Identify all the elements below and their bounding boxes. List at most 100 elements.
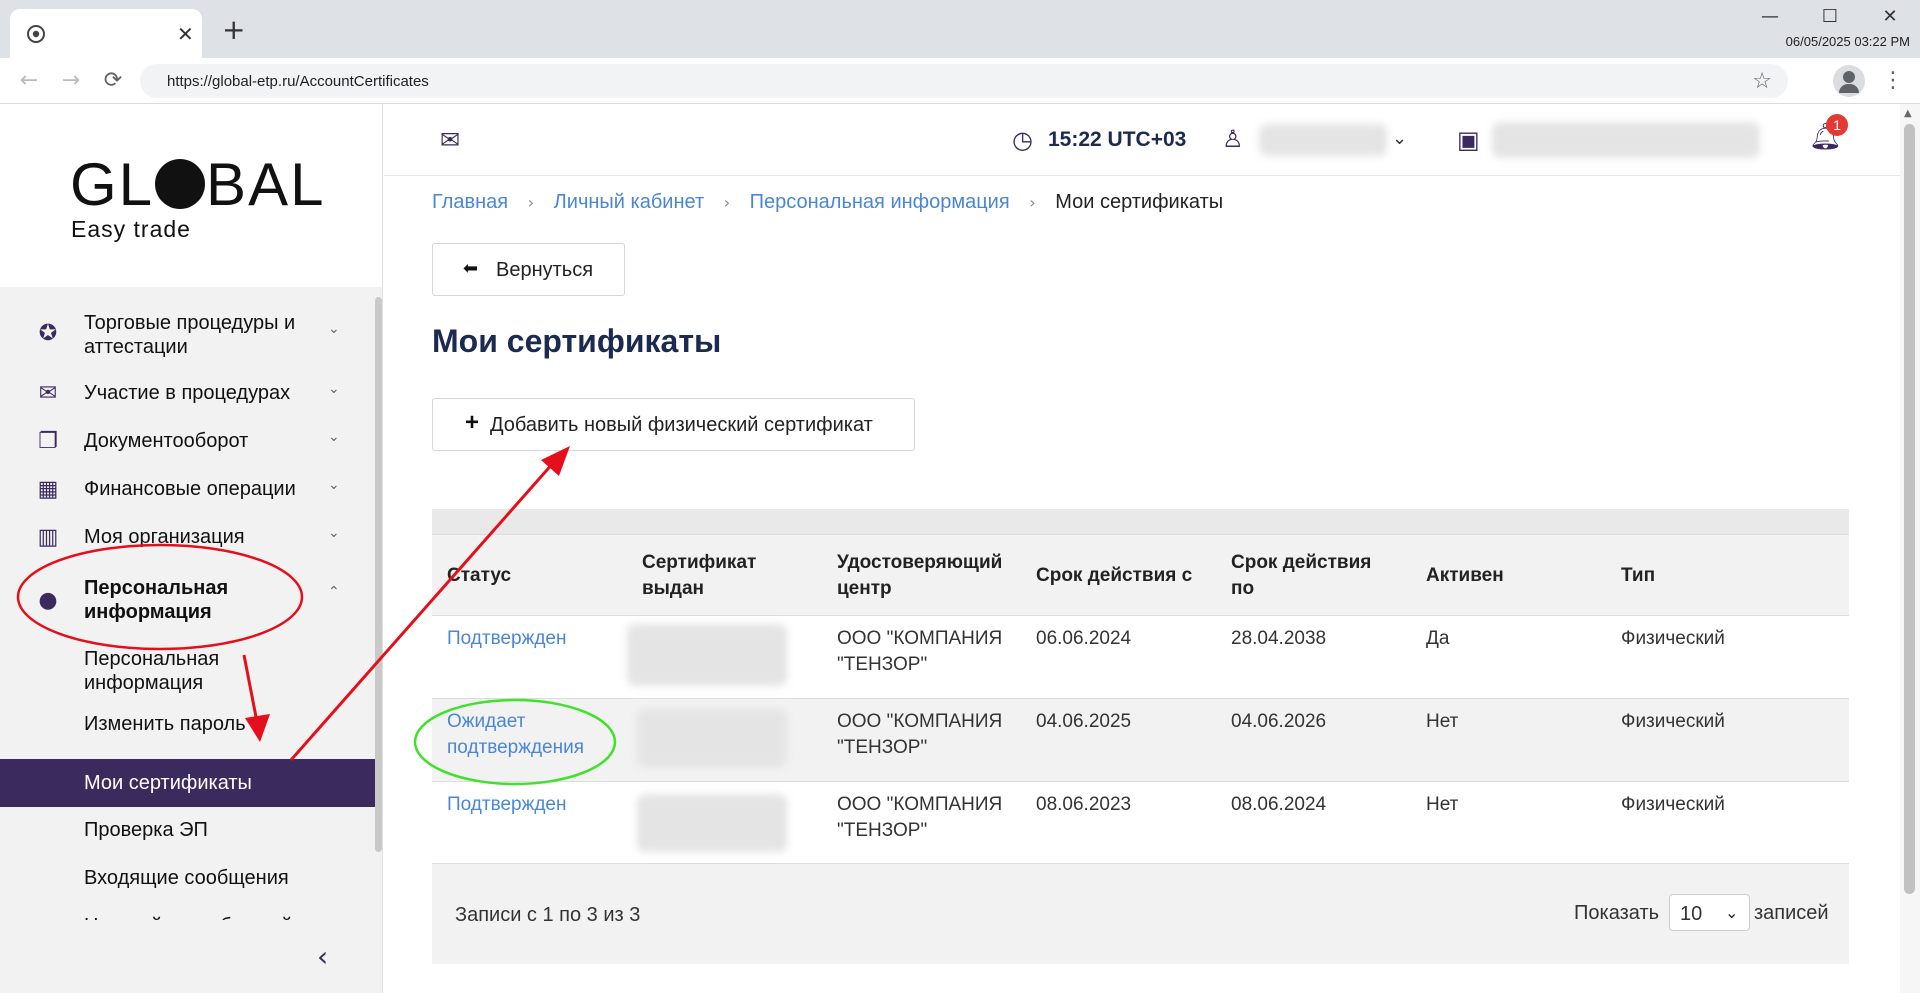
person-icon: ● bbox=[38, 588, 58, 613]
server-time: 15:22 UTC+03 bbox=[1048, 128, 1187, 151]
collapse-sidebar-icon[interactable]: ‹ bbox=[317, 940, 328, 973]
sidebar-item-label: Участие в процедурах bbox=[84, 382, 291, 404]
chevron-down-icon: ⌄ bbox=[328, 429, 340, 445]
chevron-down-icon: ⌄ bbox=[328, 381, 340, 397]
sidebar-item-participation[interactable]: ✉ Участие в процедурах ⌄ bbox=[0, 373, 375, 413]
sidebar-subitem-change-password[interactable]: Изменить пароль bbox=[0, 704, 375, 744]
column-header-active[interactable]: Активен bbox=[1426, 563, 1504, 589]
sidebar-item-label: Моя организация bbox=[84, 526, 245, 548]
sidebar-subitem-my-certificates[interactable]: Мои сертификаты bbox=[0, 759, 375, 807]
column-header-issued[interactable]: Сертификат выдан bbox=[642, 550, 772, 602]
valid-to-cell: 08.06.2024 bbox=[1231, 794, 1327, 815]
scrollbar-thumb[interactable] bbox=[1904, 124, 1915, 894]
profile-icon[interactable] bbox=[1833, 65, 1865, 97]
page-title: Мои сертификаты bbox=[432, 323, 722, 359]
sidebar: GL BAL Easy trade ✪ Торговые процедуры и … bbox=[0, 104, 383, 993]
plus-icon: + bbox=[465, 409, 480, 436]
column-header-type[interactable]: Тип bbox=[1621, 563, 1655, 589]
breadcrumb-home[interactable]: Главная bbox=[432, 191, 508, 213]
sidebar-item-documents[interactable]: ❐ Документооборот ⌄ bbox=[0, 421, 375, 461]
valid-from-cell: 08.06.2023 bbox=[1036, 794, 1132, 815]
sidebar-subitem-label: Персональная информация bbox=[84, 648, 220, 694]
url-text[interactable]: https://global-etp.ru/AccountCertificate… bbox=[167, 73, 429, 90]
column-header-valid-from[interactable]: Срок действия с bbox=[1036, 563, 1192, 589]
ca-cell: ООО "КОМПАНИЯ "ТЕНЗОР" bbox=[837, 628, 1003, 675]
breadcrumb-cabinet[interactable]: Личный кабинет bbox=[554, 191, 704, 213]
top-header: ✉ ◷ 15:22 UTC+03 ♙ ⌄ ▣ 🔔︎ 1 bbox=[384, 104, 1900, 176]
new-tab-icon[interactable]: + bbox=[222, 13, 245, 46]
issued-to-redacted bbox=[637, 709, 787, 767]
user-name-redacted[interactable] bbox=[1259, 124, 1387, 156]
status-link[interactable]: Подтвержден bbox=[447, 626, 566, 652]
building-icon: ▥ bbox=[37, 525, 59, 550]
sidebar-item-finance[interactable]: ▦ Финансовые операции ⌄ bbox=[0, 469, 375, 509]
logo[interactable]: GL BAL Easy trade bbox=[0, 104, 382, 287]
clock-icon: ◷ bbox=[1012, 126, 1033, 154]
minimize-icon[interactable]: — bbox=[1752, 6, 1788, 32]
browser-tab[interactable]: ✕ bbox=[10, 9, 202, 58]
briefcase-icon[interactable]: ▣ bbox=[1457, 126, 1480, 154]
calculator-icon: ▦ bbox=[37, 477, 59, 502]
entries-label: записей bbox=[1754, 902, 1829, 924]
back-icon[interactable]: ← bbox=[14, 66, 44, 96]
column-header-ca[interactable]: Удостоверяющий центр bbox=[837, 550, 1017, 602]
status-link[interactable]: Подтвержден bbox=[447, 792, 566, 818]
browser-tabbar: ✕ + — ☐ ✕ 06/05/2025 03:22 PM bbox=[0, 0, 1920, 58]
address-bar[interactable]: https://global-etp.ru/AccountCertificate… bbox=[140, 64, 1788, 98]
bookmark-star-icon[interactable]: ☆ bbox=[1752, 69, 1772, 94]
status-link[interactable]: Ожидает подтверждения bbox=[447, 709, 607, 761]
valid-from-cell: 04.06.2025 bbox=[1036, 711, 1132, 732]
issued-to-redacted bbox=[637, 794, 787, 852]
browser-menu-icon[interactable]: ⋮ bbox=[1882, 68, 1904, 93]
sidebar-item-label: Документооборот bbox=[84, 430, 249, 452]
breadcrumb-personal-info[interactable]: Персональная информация bbox=[750, 191, 1010, 213]
table-row: Ожидает подтверждения ООО "КОМПАНИЯ "ТЕН… bbox=[432, 699, 1849, 782]
add-certificate-button[interactable]: + Добавить новый физический сертификат bbox=[432, 398, 915, 451]
ca-cell: ООО "КОМПАНИЯ "ТЕНЗОР" bbox=[837, 794, 1003, 841]
type-cell: Физический bbox=[1621, 794, 1725, 815]
sidebar-subitem-label: Входящие сообщения bbox=[84, 867, 289, 889]
breadcrumb: Главная › Личный кабинет › Персональная … bbox=[432, 191, 1223, 214]
sidebar-scrollbar[interactable] bbox=[375, 297, 382, 852]
chrome-icon bbox=[27, 25, 45, 43]
table-row: Подтвержден ООО "КОМПАНИЯ "ТЕНЗОР" 06.06… bbox=[432, 616, 1849, 699]
back-button[interactable]: ⬅ Вернуться bbox=[432, 243, 625, 296]
sidebar-item-label: Торговые процедуры и аттестации bbox=[84, 312, 296, 358]
column-header-valid-to[interactable]: Срок действия по bbox=[1231, 550, 1391, 602]
organization-name-redacted[interactable] bbox=[1492, 122, 1760, 158]
page-scrollbar[interactable]: ▲ bbox=[1900, 104, 1920, 993]
sidebar-subitem-personal-info[interactable]: Персональная информация bbox=[0, 643, 375, 699]
certificates-table: Статус Сертификат выдан Удостоверяющий ц… bbox=[432, 509, 1849, 964]
active-cell: Да bbox=[1426, 628, 1450, 649]
sidebar-item-organization[interactable]: ▥ Моя организация ⌄ bbox=[0, 517, 375, 557]
scroll-up-icon[interactable]: ▲ bbox=[1904, 108, 1912, 119]
reload-icon[interactable]: ⟳ bbox=[98, 66, 128, 96]
user-icon[interactable]: ♙ bbox=[1222, 125, 1244, 153]
forward-icon[interactable]: → bbox=[56, 66, 86, 96]
chevron-down-icon[interactable]: ⌄ bbox=[1392, 128, 1407, 149]
records-info: Записи с 1 по 3 из 3 bbox=[455, 904, 641, 926]
sidebar-item-trade-procedures[interactable]: ✪ Торговые процедуры и аттестации ⌄ bbox=[0, 307, 375, 365]
sidebar-item-label: Финансовые операции bbox=[84, 478, 296, 500]
sidebar-subitem-signature-check[interactable]: Проверка ЭП bbox=[0, 810, 375, 850]
sidebar-subitem-inbox[interactable]: Входящие сообщения bbox=[0, 858, 375, 898]
mail-icon[interactable]: ✉ bbox=[440, 126, 460, 154]
page-size-select[interactable]: 10 ⌄ bbox=[1669, 894, 1750, 931]
chevron-down-icon: ⌄ bbox=[328, 525, 340, 541]
breadcrumb-current: Мои сертификаты bbox=[1055, 191, 1224, 213]
valid-from-cell: 06.06.2024 bbox=[1036, 628, 1132, 649]
valid-to-cell: 04.06.2026 bbox=[1231, 711, 1327, 732]
column-header-status[interactable]: Статус bbox=[447, 563, 511, 589]
envelope-icon: ✉ bbox=[38, 381, 58, 406]
tab-close-icon[interactable]: ✕ bbox=[177, 22, 194, 47]
globe-icon bbox=[155, 159, 206, 209]
breadcrumb-separator: › bbox=[1029, 193, 1036, 212]
breadcrumb-separator: › bbox=[527, 193, 535, 212]
sidebar-item-personal-info[interactable]: ● Персональная информация ⌃ bbox=[0, 572, 375, 630]
sidebar-subitem-label: Мои сертификаты bbox=[84, 772, 252, 794]
valid-to-cell: 28.04.2038 bbox=[1231, 628, 1327, 649]
window-close-icon[interactable]: ✕ bbox=[1872, 6, 1908, 32]
maximize-icon[interactable]: ☐ bbox=[1812, 6, 1848, 32]
table-toolbar bbox=[432, 509, 1849, 534]
breadcrumb-separator: › bbox=[723, 193, 731, 212]
